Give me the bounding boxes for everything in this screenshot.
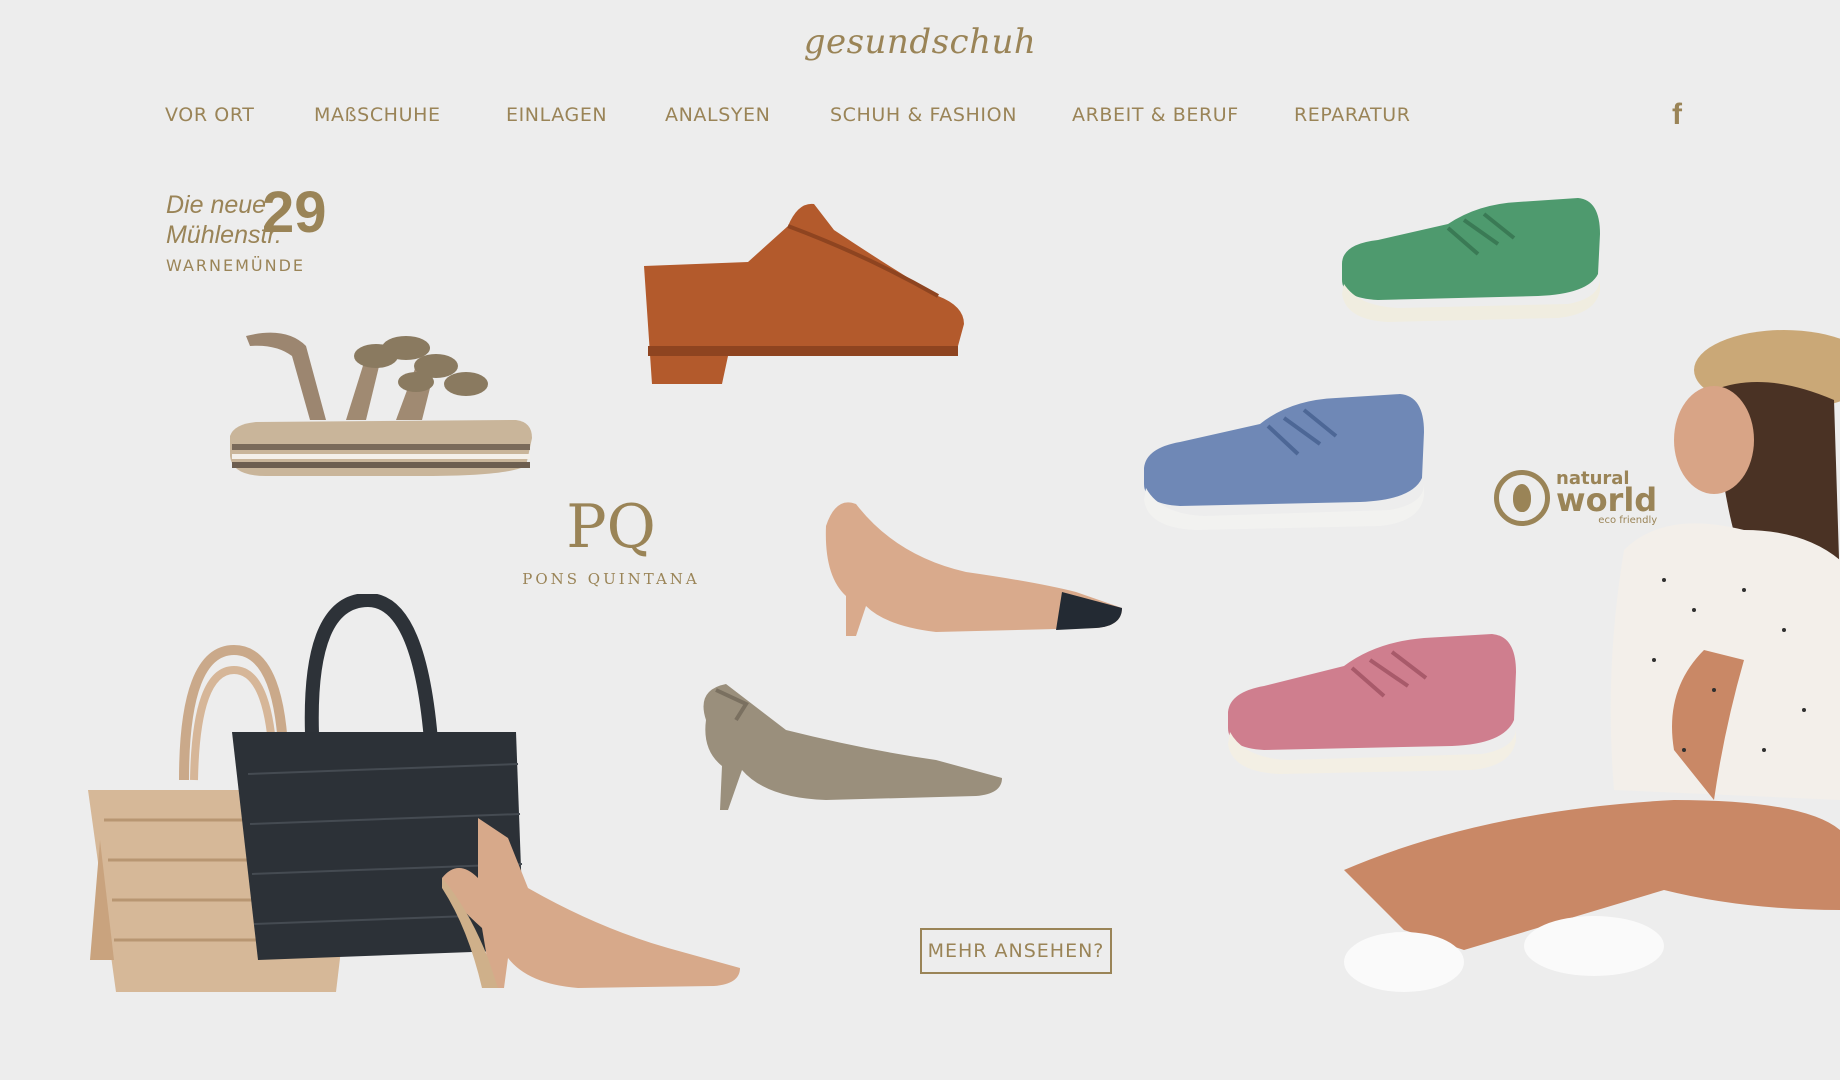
pons-quintana-brand-logo[interactable]: PQ PONS QUINTANA bbox=[516, 492, 706, 588]
badge-number: 29 bbox=[262, 180, 327, 245]
nav-item-vor-ort[interactable]: VOR ORT bbox=[165, 104, 254, 126]
nav-item-arbeit-beruf[interactable]: ARBEIT & BERUF bbox=[1072, 104, 1239, 126]
woven-block-mule-image[interactable] bbox=[638, 196, 968, 386]
two-tone-pump-image[interactable] bbox=[816, 496, 1126, 646]
facebook-icon[interactable]: f bbox=[1672, 98, 1682, 132]
green-boat-shoe-image[interactable] bbox=[1338, 194, 1604, 326]
nav-item-massschuhe[interactable]: MAßSCHUHE bbox=[314, 104, 441, 126]
pq-name: PONS QUINTANA bbox=[522, 570, 700, 588]
brand-logo[interactable]: gesundschuh bbox=[0, 22, 1840, 62]
store-location-badge[interactable]: Die neue Mühlenstr. 29 WARNEMÜNDE bbox=[166, 184, 327, 276]
main-nav: VOR ORT MAßSCHUHE EINLAGEN ANALSYEN SCHU… bbox=[0, 104, 1840, 134]
platform-sandal-image[interactable] bbox=[226, 326, 536, 481]
woven-slingback-heel-image[interactable] bbox=[438, 818, 744, 990]
snake-slingback-image[interactable] bbox=[686, 670, 1006, 810]
nav-item-einlagen[interactable]: EINLAGEN bbox=[506, 104, 607, 126]
model-photo bbox=[1244, 330, 1840, 1020]
show-more-button[interactable]: MEHR ANSEHEN? bbox=[920, 928, 1112, 974]
nav-item-schuh-fashion[interactable]: SCHUH & FASHION bbox=[830, 104, 1017, 126]
nav-item-analysen[interactable]: ANALSYEN bbox=[665, 104, 770, 126]
nav-item-reparatur[interactable]: REPARATUR bbox=[1294, 104, 1411, 126]
pq-monogram: PQ bbox=[566, 492, 656, 562]
badge-town: WARNEMÜNDE bbox=[166, 256, 305, 275]
